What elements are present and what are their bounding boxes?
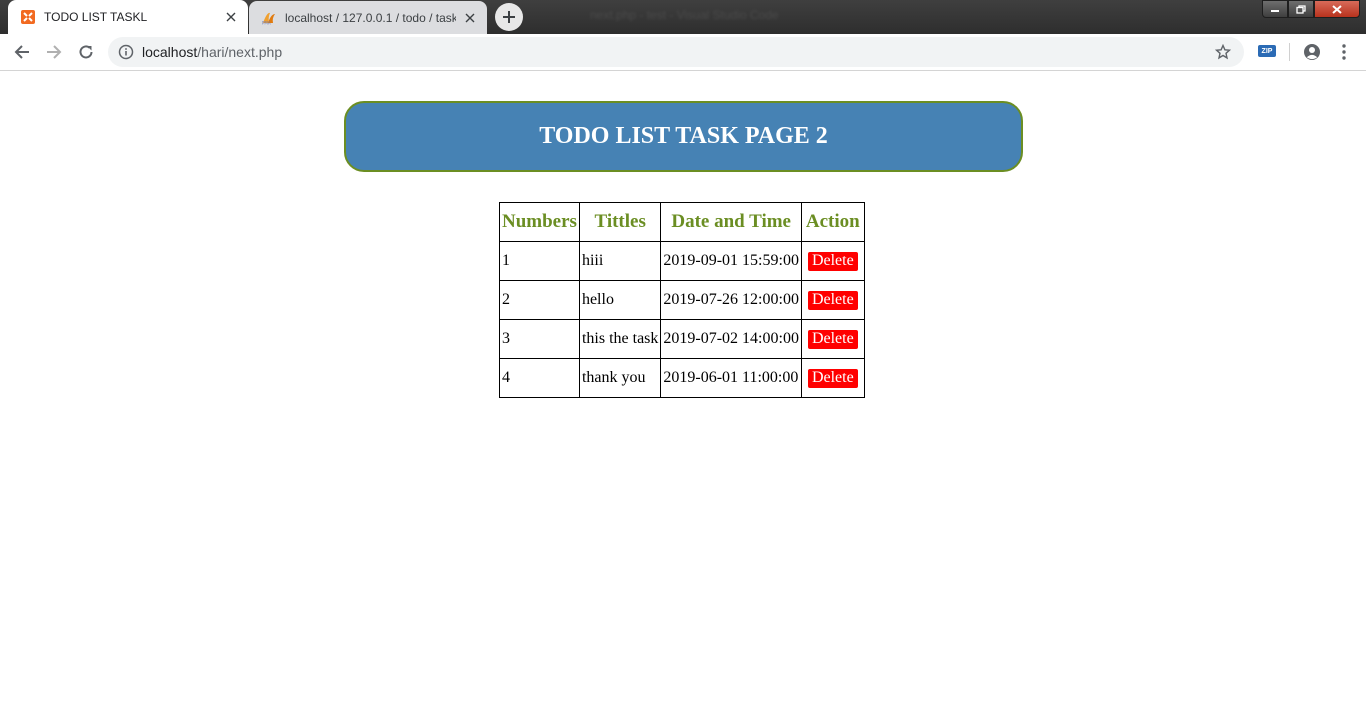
url-host: localhost	[142, 44, 198, 60]
close-icon[interactable]	[223, 9, 239, 25]
profile-button[interactable]	[1298, 38, 1326, 66]
window-controls	[1262, 0, 1360, 18]
task-title: thank you	[578, 358, 662, 398]
svg-text:PMA: PMA	[262, 20, 271, 25]
task-action-cell: Delete	[800, 319, 865, 359]
restore-icon	[1296, 4, 1306, 14]
task-title: this the task	[578, 319, 662, 359]
task-title: hiii	[578, 241, 662, 281]
new-tab-button[interactable]	[495, 3, 523, 31]
plus-icon	[503, 11, 515, 23]
task-datetime: 2019-07-26 12:00:00	[660, 280, 802, 320]
column-header-date-time: Date and Time	[660, 202, 802, 242]
page-content: TODO LIST TASK PAGE 2 Numbers Tittles Da…	[0, 71, 1366, 728]
arrow-left-icon	[14, 45, 29, 59]
tab-todo-list[interactable]: TODO LIST TASKL	[8, 0, 248, 34]
minimize-icon	[1271, 10, 1279, 12]
task-number: 2	[499, 280, 580, 320]
info-icon	[118, 44, 134, 60]
zip-extension-icon[interactable]: ZIP	[1258, 45, 1276, 57]
column-header-action: Action	[800, 202, 865, 242]
reload-icon	[79, 45, 93, 59]
account-icon	[1304, 44, 1320, 60]
bookmark-star-icon[interactable]	[1213, 42, 1233, 62]
window-title: next.php - test - Visual Studio Code	[590, 8, 779, 22]
delete-button[interactable]: Delete	[807, 290, 858, 310]
task-number: 1	[499, 241, 580, 281]
task-action-cell: Delete	[800, 358, 865, 398]
task-title: hello	[578, 280, 662, 320]
forward-button[interactable]	[40, 38, 68, 66]
delete-button[interactable]: Delete	[807, 329, 858, 349]
table-row: 2 hello 2019-07-26 12:00:00 Delete	[499, 280, 865, 320]
close-icon	[1332, 4, 1342, 14]
tab-title: TODO LIST TASKL	[44, 10, 148, 24]
back-button[interactable]	[8, 38, 36, 66]
tab-phpmyadmin[interactable]: PMA localhost / 127.0.0.1 / todo / task	[249, 1, 487, 34]
task-table: Numbers Tittles Date and Time Action 1 h…	[499, 202, 865, 398]
table-row: 3 this the task 2019-07-02 14:00:00 Dele…	[499, 319, 865, 359]
minimize-button[interactable]	[1262, 0, 1288, 18]
task-number: 4	[499, 358, 580, 398]
reload-button[interactable]	[72, 38, 100, 66]
url-text: localhost/hari/next.php	[142, 44, 282, 60]
task-number: 3	[499, 319, 580, 359]
column-header-numbers: Numbers	[499, 202, 580, 242]
page-title: TODO LIST TASK PAGE 2	[539, 123, 828, 149]
arrow-right-icon	[47, 45, 62, 59]
task-datetime: 2019-06-01 11:00:00	[660, 358, 802, 398]
xampp-icon	[20, 9, 36, 25]
task-action-cell: Delete	[800, 280, 865, 320]
delete-button[interactable]: Delete	[807, 251, 858, 271]
phpmyadmin-icon: PMA	[261, 10, 277, 26]
close-window-button[interactable]	[1314, 0, 1360, 18]
task-datetime: 2019-07-02 14:00:00	[660, 319, 802, 359]
table-header-row: Numbers Tittles Date and Time Action	[499, 202, 865, 242]
more-vertical-icon	[1342, 44, 1346, 60]
page-header: TODO LIST TASK PAGE 2	[344, 101, 1023, 172]
table-row: 1 hiii 2019-09-01 15:59:00 Delete	[499, 241, 865, 281]
column-header-titles: Tittles	[578, 202, 662, 242]
restore-button[interactable]	[1288, 0, 1314, 18]
browser-titlebar: TODO LIST TASKL PMA localhost / 127.0.0.…	[0, 0, 1366, 34]
browser-toolbar: localhost/hari/next.php	[0, 34, 1366, 71]
toolbar-divider	[1289, 43, 1290, 61]
address-bar[interactable]: localhost/hari/next.php	[108, 37, 1244, 67]
url-path: /hari/next.php	[197, 44, 283, 60]
tab-title: localhost / 127.0.0.1 / todo / task	[285, 10, 456, 25]
close-icon[interactable]	[462, 10, 478, 26]
task-datetime: 2019-09-01 15:59:00	[660, 241, 802, 281]
menu-button[interactable]	[1330, 38, 1358, 66]
table-row: 4 thank you 2019-06-01 11:00:00 Delete	[499, 358, 865, 398]
task-action-cell: Delete	[800, 241, 865, 281]
delete-button[interactable]: Delete	[807, 368, 858, 388]
